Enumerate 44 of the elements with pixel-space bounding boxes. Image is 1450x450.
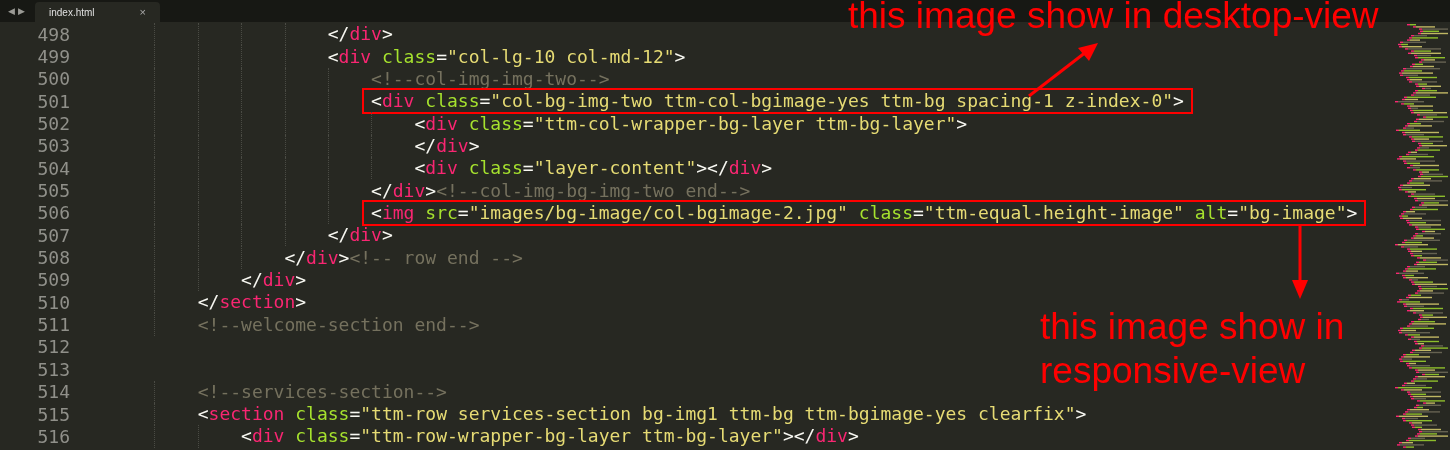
code-line: <div class="ttm-col-wrapper-bg-layer ttm-bg-layer"> xyxy=(414,113,968,134)
line-number: 505 xyxy=(36,179,70,204)
annotation-text: this image show in xyxy=(1040,305,1345,349)
line-number: 500 xyxy=(36,67,70,92)
line-number: 508 xyxy=(36,246,70,271)
code-line: </div> xyxy=(327,24,393,45)
close-button[interactable]: × xyxy=(139,3,146,21)
line-number: 506 xyxy=(36,201,70,226)
code-line: </div><!--col-img-bg-img-two end--> xyxy=(371,180,751,201)
line-number: 516 xyxy=(36,424,70,449)
line-number: 509 xyxy=(36,268,70,293)
line-number: 499 xyxy=(36,45,70,69)
nav-arrow-button[interactable]: ▶ xyxy=(18,6,25,16)
code-line: </div><!-- row end --> xyxy=(284,247,523,268)
file-tab[interactable]: index.html × xyxy=(35,2,160,22)
line-number: 514 xyxy=(36,380,70,405)
code-line: <div class="col-bg-img-two ttm-col-bgimage-yes ttm-bg spacing-1 z-index-0"> xyxy=(365,91,1190,112)
line-number: 503 xyxy=(36,134,70,159)
code-line: <img src="images/bg-image/col-bgimage-2.jpg" class="ttm-equal-height-image" alt="bg-image"> xyxy=(365,202,1364,223)
line-number: 507 xyxy=(36,223,70,248)
annotation-text: responsive-view xyxy=(1040,349,1307,393)
line-number: 504 xyxy=(36,156,70,181)
tab-label: index.html xyxy=(49,5,95,20)
code-line: </section> xyxy=(197,292,307,313)
code-line: <div class="ttm-row-wrapper-bg-layer ttm-bg-layer"></div> xyxy=(241,426,859,447)
line-number: 511 xyxy=(36,313,70,338)
line-number: 498 xyxy=(36,22,70,47)
line-number: 512 xyxy=(36,335,70,360)
code-line: <div class="col-lg-10 col-md-12"> xyxy=(327,46,686,67)
code-line: <div class="layer-content"></div> xyxy=(414,158,773,179)
code-line: </div> xyxy=(327,225,393,246)
code-line: <!--col-img-img-two--> xyxy=(371,68,610,89)
line-number: 502 xyxy=(36,112,70,137)
line-number: 501 xyxy=(36,89,70,114)
line-number: 510 xyxy=(36,290,70,315)
line-number: 513 xyxy=(36,357,70,382)
code-line: </div> xyxy=(414,135,480,156)
nav-arrow-button[interactable]: ◀ xyxy=(8,6,15,16)
code-line: <!--welcome-section end--> xyxy=(197,314,480,335)
code-line: <!--services-section--> xyxy=(197,381,447,402)
line-number: 515 xyxy=(36,402,70,427)
code-line: <section class="ttm-row services-section bg-img1 ttm-bg ttm-bgimage-yes clearfix"> xyxy=(197,404,1087,424)
code-line: </div> xyxy=(241,269,307,290)
annotation-text: this image show in desktop-view xyxy=(848,0,1379,38)
